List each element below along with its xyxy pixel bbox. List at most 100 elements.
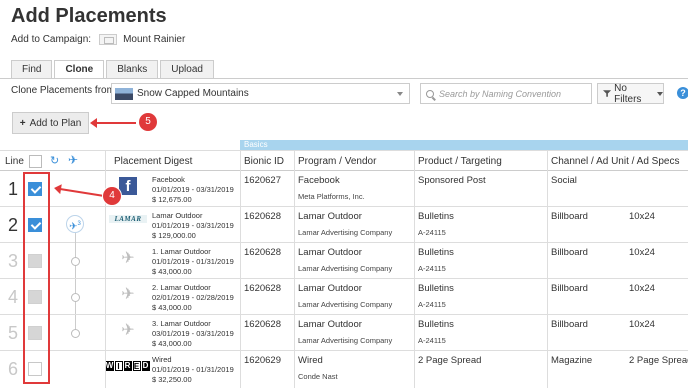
ad-unit: 10x24 (629, 211, 655, 222)
bionic-id: 1620628 (244, 319, 281, 330)
product: Bulletins (418, 319, 454, 330)
product: Bulletins (418, 283, 454, 294)
table-header: Line ↻ ✈ Placement Digest Bionic ID Prog… (0, 150, 688, 171)
wired-logo-letter: W (105, 361, 114, 371)
table-row[interactable]: 2 ✈3 LAMAR Lamar Outdoor 01/01/2019 - 03… (0, 207, 688, 243)
select-all-checkbox[interactable] (29, 155, 42, 168)
tab-divider (0, 78, 688, 79)
clone-row: Clone Placements from: Snow Capped Mount… (11, 83, 410, 104)
product-targeting-cell: Bulletins A-24115 (418, 319, 454, 345)
bionic-id: 1620629 (244, 355, 281, 366)
tab-bar: Find Clone Blanks Upload (11, 60, 216, 79)
add-to-plan-label: Add to Plan (29, 117, 82, 129)
flight-tree-node (71, 257, 80, 266)
plus-icon: + (19, 117, 26, 129)
column-ad-unit: Ad Unit (596, 156, 629, 167)
program-vendor-cell: Lamar Outdoor Lamar Advertising Company (298, 247, 392, 273)
tab-find[interactable]: Find (11, 60, 53, 78)
program: Lamar Outdoor (298, 283, 362, 294)
help-icon[interactable]: ? (677, 87, 688, 99)
flight-tree-node (71, 293, 80, 302)
table-row[interactable]: 5 ✈ 3. Lamar Outdoor 03/01/2019 - 03/31/… (0, 315, 688, 351)
image-placeholder-icon (99, 34, 118, 45)
product-targeting-cell: Bulletins A-24115 (418, 247, 454, 273)
refresh-icon[interactable]: ↻ (50, 154, 59, 167)
ad-unit: 10x24 (629, 283, 655, 294)
line-number: 5 (8, 323, 19, 343)
clone-from-label: Clone Placements from: (11, 85, 118, 96)
tab-blanks[interactable]: Blanks (106, 60, 159, 78)
vendor: Lamar Advertising Company (298, 264, 393, 273)
line-number: 1 (8, 179, 19, 199)
digest-dates: 01/01/2019 - 01/31/2019 (152, 257, 234, 266)
callout-arrow (90, 118, 136, 128)
digest-dates: 03/01/2019 - 03/31/2019 (152, 329, 234, 338)
product-targeting-cell: Sponsored Post (418, 175, 486, 192)
digest-cost: $ 32,250.00 (152, 375, 192, 384)
clone-source-select[interactable]: Snow Capped Mountains (111, 83, 410, 104)
table-row[interactable]: 3 ✈ 1. Lamar Outdoor 01/01/2019 - 01/31/… (0, 243, 688, 279)
program: Lamar Outdoor (298, 211, 362, 222)
checkbox-column-highlight (23, 172, 50, 384)
vendor: Meta Platforms, Inc. (298, 192, 365, 201)
program-vendor-cell: Lamar Outdoor Lamar Advertising Company (298, 319, 392, 345)
table-row[interactable]: 1 f Facebook 01/01/2019 - 03/31/2019 $ 1… (0, 171, 688, 207)
vendor: Lamar Advertising Company (298, 300, 393, 309)
column-placement-digest: Placement Digest (114, 156, 193, 167)
tab-clone[interactable]: Clone (54, 60, 105, 79)
flight-tree-node (71, 329, 80, 338)
campaign-name: Mount Rainier (123, 34, 186, 45)
digest-dates: 01/01/2019 - 01/31/2019 (152, 365, 234, 374)
product: Bulletins (418, 211, 454, 222)
filters-label: No Filters (614, 82, 642, 105)
column-channel: Channel (551, 156, 589, 167)
add-to-plan-button[interactable]: + Add to Plan (12, 112, 89, 134)
column-program-vendor: Program / Vendor (298, 156, 377, 167)
wired-logo-letters: W I R E D (105, 361, 151, 371)
chevron-down-icon (657, 91, 663, 96)
program-vendor-cell: Wired Conde Nast (298, 355, 338, 381)
product: Bulletins (418, 247, 454, 258)
digest-dates: 01/01/2019 - 03/31/2019 (152, 185, 234, 194)
placement-digest: Lamar Outdoor 01/01/2019 - 03/31/2019 $ … (152, 211, 234, 241)
product: 2 Page Spread (418, 355, 482, 366)
digest-cost: $ 129,000.00 (152, 231, 196, 240)
wired-logo-letter: E (132, 361, 141, 371)
plane-icon[interactable]: ✈ (68, 153, 78, 167)
channel: Magazine (551, 355, 593, 366)
program: Facebook (298, 175, 340, 186)
targeting: A-24115 (418, 336, 446, 345)
ad-unit: 10x24 (629, 247, 655, 258)
vendor: Lamar Advertising Company (298, 228, 393, 237)
flight-group-plane-icon[interactable]: ✈3 (66, 215, 84, 233)
search-input[interactable]: Search by Naming Convention (420, 83, 592, 104)
lamar-logo: LAMAR (109, 215, 147, 223)
program-vendor-cell: Lamar Outdoor Lamar Advertising Company (298, 283, 392, 309)
channel: Billboard (551, 319, 588, 330)
ad-unit: 2 Page Spread (629, 355, 688, 366)
line-number: 6 (8, 359, 19, 379)
bionic-id: 1620628 (244, 247, 281, 258)
line-number: 4 (8, 287, 19, 307)
bionic-id: 1620628 (244, 211, 281, 222)
column-ad-specs: Ad Specs (636, 156, 680, 167)
bionic-id: 1620627 (244, 175, 281, 186)
column-bionic-id: Bionic ID (244, 156, 285, 167)
plane-icon: ✈ (121, 250, 135, 267)
flight-count: 3 (77, 221, 81, 227)
filter-icon (603, 90, 612, 97)
plane-icon: ✈ (121, 286, 135, 303)
vendor: Conde Nast (298, 372, 338, 381)
digest-name: Facebook (152, 175, 185, 184)
column-product-targeting: Product / Targeting (418, 156, 502, 167)
targeting: A-24115 (418, 264, 446, 273)
clone-source-value: Snow Capped Mountains (137, 88, 249, 99)
tab-upload[interactable]: Upload (160, 60, 214, 78)
table-row[interactable]: 4 ✈ 2. Lamar Outdoor 02/01/2019 - 02/28/… (0, 279, 688, 315)
filters-dropdown[interactable]: No Filters (597, 82, 664, 105)
table-row[interactable]: 6 W I R E D Wired 01/01/2019 - 01/31/201… (0, 351, 688, 387)
plane-icon: ✈ (121, 322, 135, 339)
callout-badge-5: 5 (139, 113, 157, 131)
channel: Billboard (551, 247, 588, 258)
callout-badge-4: 4 (103, 187, 121, 205)
